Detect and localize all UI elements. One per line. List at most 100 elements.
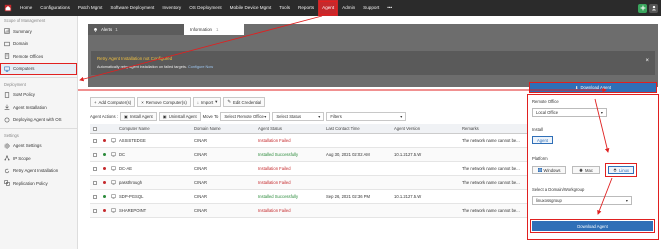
tab-information-label: Information: [190, 27, 212, 32]
row-checkbox[interactable]: [90, 166, 98, 171]
nav-tools[interactable]: Tools: [275, 0, 294, 16]
row-checkbox[interactable]: [90, 138, 98, 143]
nav-configurations[interactable]: Configurations: [36, 0, 74, 16]
download-agent-button[interactable]: Download Agent: [530, 219, 655, 233]
cell-computer-name[interactable]: SHAREPOINT: [117, 208, 192, 213]
nav-software-deployment[interactable]: Software Deployment: [106, 0, 158, 16]
column-header-remarks[interactable]: Remarks: [460, 126, 530, 131]
column-header-agent-status[interactable]: Agent Status: [256, 126, 324, 131]
sidebar-item-ip-scope[interactable]: IP Scope: [0, 152, 77, 165]
platform-label: Platform: [532, 156, 548, 161]
select-all-checkbox[interactable]: [90, 126, 98, 131]
table-body: ASSISTEDGE CINAR Installation Failed The ne…: [90, 134, 600, 218]
user-icon[interactable]: [649, 3, 658, 13]
table-row[interactable]: DC CINAR Installed Successfully Aug 30, 202…: [90, 148, 600, 162]
remove-computer-button[interactable]: × Remove Computer(s): [137, 97, 191, 107]
sidebar-item-agent-settings[interactable]: Agent Settings: [0, 140, 77, 153]
table-row[interactable]: ASSISTEDGE CINAR Installation Failed The ne…: [90, 134, 600, 148]
row-checkbox[interactable]: [90, 194, 98, 199]
platform-windows[interactable]: Windows: [532, 166, 566, 174]
remote-office-select[interactable]: Select Remote Office ▾: [220, 112, 271, 121]
sidebar-item-replication-policy[interactable]: Replication Policy: [0, 177, 77, 190]
platform-mac[interactable]: Mac: [572, 166, 600, 174]
close-icon[interactable]: ×: [645, 58, 649, 64]
status-select[interactable]: Select Status ▾: [272, 112, 325, 121]
tab-information[interactable]: Information 1: [184, 24, 244, 35]
cell-computer-name[interactable]: SDP-PGSQL: [117, 194, 192, 199]
configure-now-link[interactable]: Configure Now: [188, 65, 213, 69]
table-row[interactable]: DC-AE CINAR Installation Failed The network…: [90, 162, 600, 176]
table-row[interactable]: SHAREPOINT CINAR Installation Failed The ne…: [90, 204, 600, 218]
filters-select[interactable]: Filters ▾: [326, 112, 407, 121]
sidebar-item-remote-offices[interactable]: Remote Offices: [0, 50, 77, 63]
alert-item: Retry Agent Installation not Configured …: [91, 51, 655, 75]
tab-alerts[interactable]: Alerts 1: [88, 24, 184, 35]
sidebar-item-domain[interactable]: Domain: [0, 38, 77, 51]
install-agent-option[interactable]: Agent: [532, 136, 553, 144]
cell-computer-name[interactable]: DC-AE: [117, 166, 192, 171]
nav-admin[interactable]: Admin: [338, 0, 359, 16]
computer-icon: [108, 208, 117, 213]
nav-home[interactable]: Home: [16, 0, 36, 16]
nav-reports[interactable]: Reports: [294, 0, 318, 16]
column-header-computer-name[interactable]: Computer Name: [117, 126, 192, 131]
nav-more[interactable]: •••: [383, 0, 396, 16]
column-header-agent-version[interactable]: Agent Version: [392, 126, 460, 131]
platform-mac-label: Mac: [585, 167, 593, 173]
install-icon: ▣: [123, 114, 128, 119]
cell-remarks: The network name cannot be...: [462, 208, 520, 213]
sidebar-item-summary[interactable]: Summary: [0, 25, 77, 38]
row-checkbox[interactable]: [90, 180, 98, 185]
cell-computer-name[interactable]: ASSISTEDGE: [117, 138, 192, 143]
status-dot-icon: [98, 181, 108, 184]
sidebar-item-deploying-agent-os[interactable]: Deploying Agent with OS: [0, 114, 77, 127]
computers-table: Computer Name Domain Name Agent Status L…: [90, 124, 600, 218]
install-agent-button[interactable]: ▣ Install Agent: [119, 112, 157, 121]
nav-support[interactable]: Support: [359, 0, 383, 16]
alert-description-text: Automatically retry agent installation o…: [97, 65, 187, 69]
domain-workgroup-dropdown[interactable]: linuxossgroup ▾: [532, 196, 632, 205]
uninstall-icon: ▣: [162, 114, 167, 119]
edit-icon: ✎: [227, 99, 231, 104]
nav-agent[interactable]: Agent: [318, 0, 339, 16]
table-row[interactable]: passthrough CINAR Installation Failed The n…: [90, 176, 600, 190]
chevron-down-icon: ▾: [318, 114, 321, 119]
sidebar-item-som-policy[interactable]: SoM Policy: [0, 89, 77, 102]
row-checkbox[interactable]: [90, 208, 98, 213]
cell-computer-name[interactable]: passthrough: [117, 180, 192, 185]
cell-computer-name[interactable]: DC: [117, 152, 192, 157]
edit-credential-button[interactable]: ✎ Edit Credential: [223, 97, 266, 107]
sidebar-item-agent-installation[interactable]: Agent Installation: [0, 101, 77, 114]
sidebar-header-deployment: Deployment: [4, 81, 26, 87]
status-dot-icon: [98, 153, 108, 156]
download-agent-panel: Remote Office Local Office ▾ Install Age…: [527, 94, 659, 240]
cell-domain-name: CINAR: [194, 152, 208, 157]
agent-actions-row: Agent Actions : ▣ Install Agent ▣ Uninst…: [90, 112, 407, 121]
network-icon: [4, 155, 10, 161]
nav-patch-mgmt[interactable]: Patch Mgmt: [74, 0, 107, 16]
download-agent-top-button[interactable]: ⬇ Download Agent: [529, 82, 657, 93]
platform-linux[interactable]: Linux: [605, 163, 637, 177]
sidebar-item-computers[interactable]: Computers: [0, 62, 77, 75]
nav-os-deployment[interactable]: OS Deployment: [185, 0, 225, 16]
tab-alerts-count: 1: [115, 27, 118, 32]
sidebar-item-label: Deploying Agent with OS: [13, 117, 62, 123]
nav-inventory[interactable]: Inventory: [158, 0, 185, 16]
column-header-domain-name[interactable]: Domain Name: [192, 126, 256, 131]
download-agent-button-label: Download Agent: [577, 223, 608, 229]
column-header-last-contact[interactable]: Last Contact Time: [324, 126, 392, 131]
table-header: Computer Name Domain Name Agent Status L…: [90, 124, 600, 134]
uninstall-agent-button[interactable]: ▣ Uninstall Agent: [158, 112, 201, 121]
quick-action-icon[interactable]: [638, 3, 647, 13]
nav-mobile-device-mgmt[interactable]: Mobile Device Mgmt: [226, 0, 276, 16]
gear-icon: [4, 143, 10, 149]
remote-office-icon: [4, 53, 10, 59]
sidebar: Scope of Management Summary Domain Remot…: [0, 16, 78, 249]
import-button[interactable]: ↓ Import ▾: [192, 97, 222, 107]
row-checkbox[interactable]: [90, 152, 98, 157]
sidebar-item-retry-agent-installation[interactable]: Retry Agent Installation: [0, 165, 77, 178]
home-icon[interactable]: [0, 0, 16, 16]
remote-office-dropdown[interactable]: Local Office ▾: [532, 108, 607, 117]
table-row[interactable]: SDP-PGSQL CINAR Installed Successfully Sep …: [90, 190, 600, 204]
add-computer-button[interactable]: + Add Computer(s): [90, 97, 136, 107]
